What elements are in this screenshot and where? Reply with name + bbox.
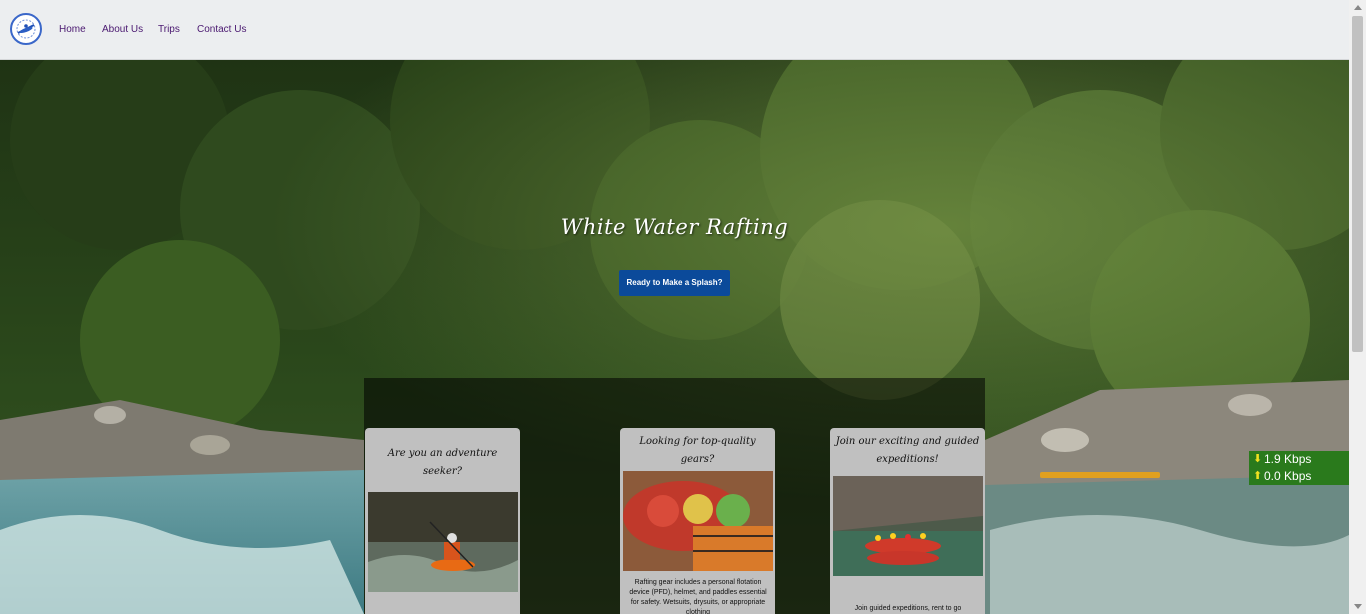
upload-speed: ⬆ 0.0 Kbps [1253, 468, 1351, 485]
raft-group-image [833, 476, 983, 576]
download-arrow-icon: ⬇ [1253, 453, 1263, 465]
upload-arrow-icon: ⬆ [1253, 470, 1263, 482]
download-speed-value: 1.9 Kbps [1264, 452, 1312, 466]
kayaker-image [368, 492, 518, 592]
logo[interactable] [10, 13, 42, 45]
card-title: Join our exciting and guided expeditions… [835, 436, 980, 465]
card-text: Rafting gear includes a personal flotati… [629, 579, 767, 614]
nav-contact-link[interactable]: Contact Us [197, 24, 246, 35]
download-speed: ⬇ 1.9 Kbps [1253, 451, 1351, 468]
upload-speed-value: 0.0 Kbps [1264, 469, 1312, 483]
card-text: Join guided expeditions, rent to go [854, 605, 962, 612]
ready-to-splash-button[interactable]: Ready to Make a Splash? [619, 270, 730, 296]
page-scrollbar[interactable] [1349, 0, 1366, 614]
hero-section: White Water Rafting Ready to Make a Spla… [0, 60, 1349, 614]
card-adventure: Are you an adventure seeker? [365, 428, 520, 614]
card-expeditions: Join our exciting and guided expeditions… [830, 428, 985, 614]
network-speed-widget: ⬇ 1.9 Kbps ⬆ 0.0 Kbps [1249, 451, 1351, 485]
card-title: Looking for top-quality gears? [639, 436, 756, 465]
card-title: Are you an adventure seeker? [387, 448, 498, 477]
rafting-gear-image [623, 471, 773, 571]
card-gear: Looking for top-quality gears? Rafting g… [620, 428, 775, 614]
nav-home-link[interactable]: Home [59, 24, 86, 35]
hero-title: White Water Rafting [560, 215, 789, 239]
nav-about-link[interactable]: About Us [102, 24, 143, 35]
scroll-thumb[interactable] [1352, 16, 1363, 352]
kayak-logo-icon [16, 19, 36, 39]
scroll-up-icon[interactable] [1354, 5, 1362, 10]
scroll-down-icon[interactable] [1354, 604, 1362, 609]
navbar: Home About Us Trips Contact Us [0, 0, 1349, 60]
nav-trips-link[interactable]: Trips [158, 24, 180, 35]
